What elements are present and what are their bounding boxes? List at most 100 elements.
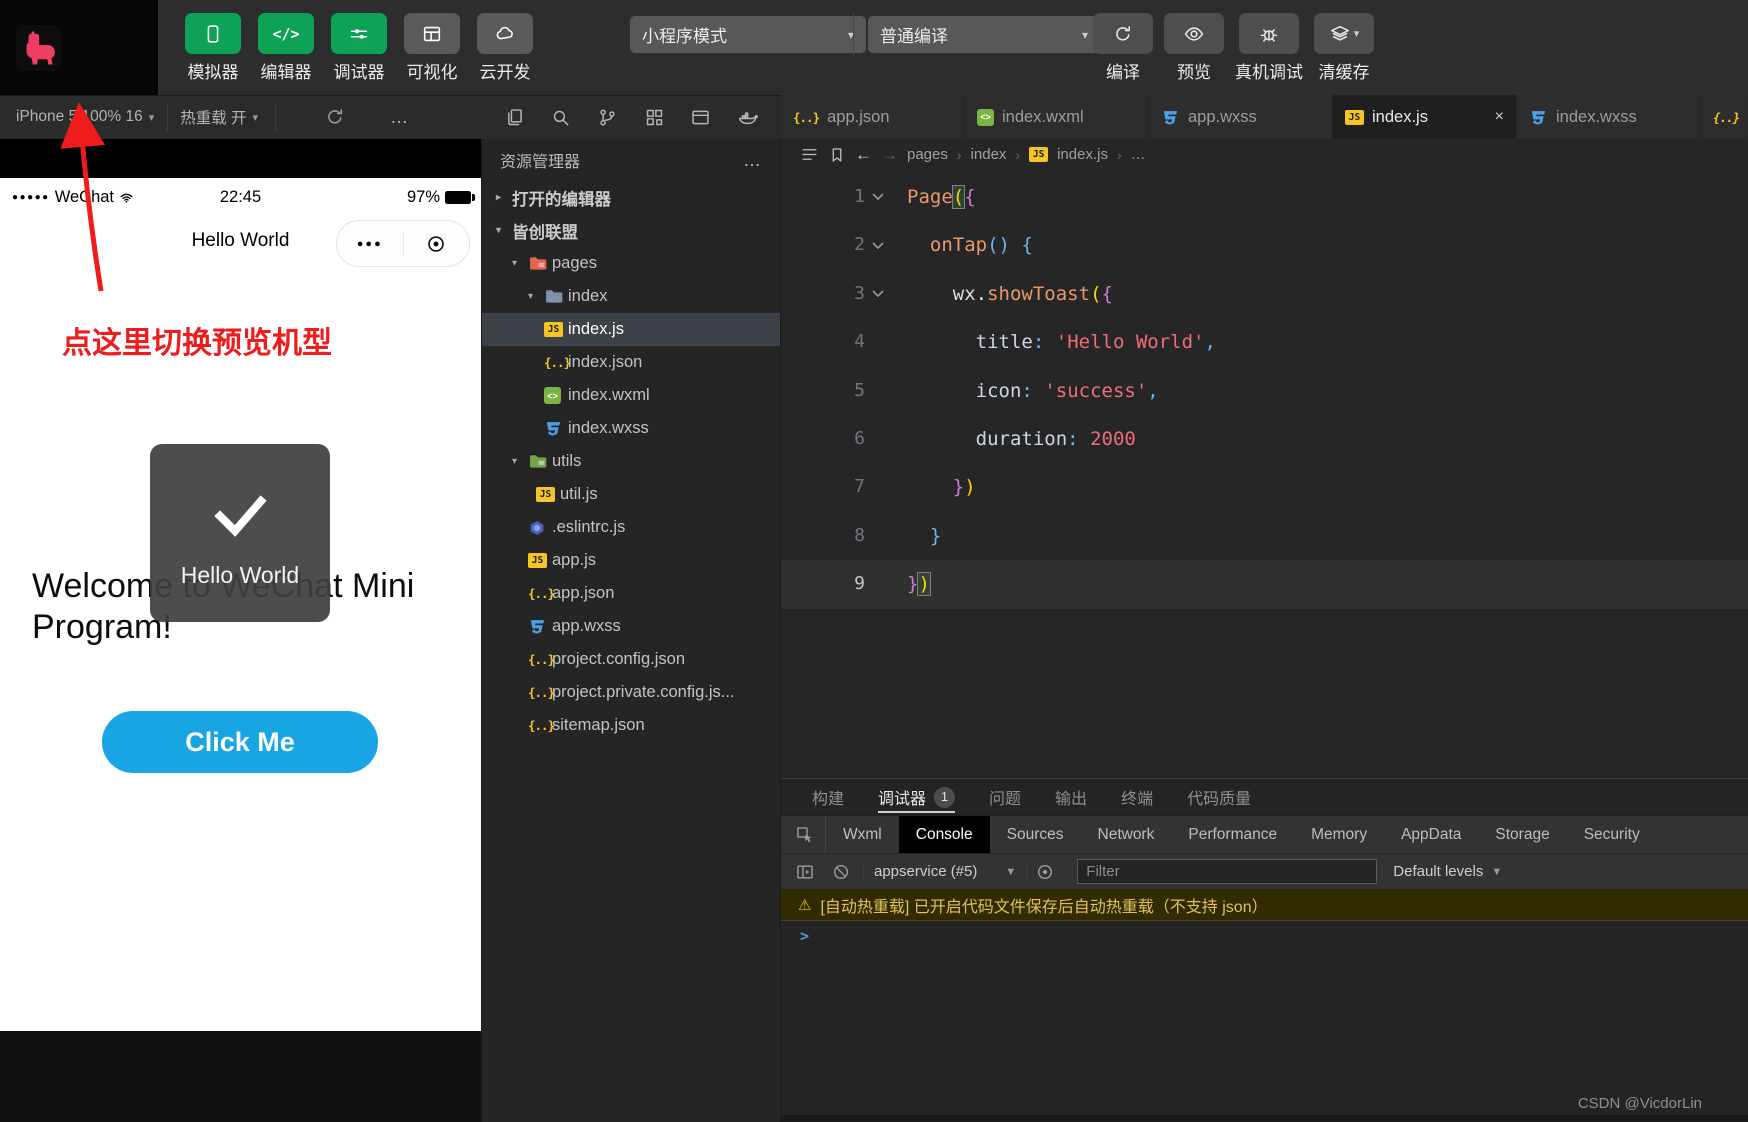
console-prompt[interactable]: > bbox=[781, 921, 1748, 951]
tree-item-project.private.config.js...[interactable]: {..} project.private.config.js... bbox=[482, 676, 780, 709]
code-line-8[interactable]: 8 } bbox=[781, 512, 1748, 560]
more-menu-icon[interactable]: … bbox=[390, 107, 409, 128]
console-filter-input[interactable] bbox=[1077, 859, 1378, 884]
devtools-tab-storage[interactable]: Storage bbox=[1478, 816, 1566, 853]
editor-tab-index.js[interactable]: JS index.js × bbox=[1333, 95, 1517, 139]
devtools-tab-sources[interactable]: Sources bbox=[990, 816, 1081, 853]
app-logo-block bbox=[0, 0, 158, 95]
device-selector[interactable]: iPhone 5 100% 16 bbox=[16, 108, 143, 126]
tree-item-皆创联盟[interactable]: ▾ 皆创联盟 bbox=[482, 214, 780, 247]
hot-reload-toggle[interactable]: 热重载 开 bbox=[180, 106, 246, 128]
tree-item-app.js[interactable]: JS app.js bbox=[482, 544, 780, 577]
action-button-refresh[interactable]: 编译 bbox=[1093, 13, 1153, 83]
nav-button-code[interactable]: </> 编辑器 bbox=[257, 13, 315, 83]
devtools-tab-performance[interactable]: Performance bbox=[1171, 816, 1294, 853]
breadcrumb-separator: › bbox=[956, 146, 962, 163]
window-icon[interactable] bbox=[690, 107, 711, 128]
panel-tab-输出[interactable]: 输出 bbox=[1055, 779, 1087, 815]
devtools-tab-console[interactable]: Console bbox=[898, 816, 990, 853]
watermark: CSDN @VicdorLin bbox=[1577, 1095, 1702, 1112]
back-icon[interactable]: ← bbox=[855, 145, 872, 165]
tree-item-index.wxss[interactable]: index.wxss bbox=[482, 412, 780, 445]
breadcrumb-item[interactable]: index bbox=[971, 146, 1007, 163]
tree-item-pages[interactable]: ▾ pages bbox=[482, 247, 780, 280]
tree-item-index.js[interactable]: JS index.js bbox=[482, 313, 780, 346]
tree-item-utils[interactable]: ▾ utils bbox=[482, 445, 780, 478]
panel-tab-构建[interactable]: 构建 bbox=[812, 779, 844, 815]
action-button-layers[interactable]: ▾ 清缓存 bbox=[1314, 13, 1374, 83]
explorer-more-icon[interactable]: … bbox=[743, 150, 762, 171]
nav-button-cloud[interactable]: 云开发 bbox=[476, 13, 534, 83]
devtools-tab-security[interactable]: Security bbox=[1567, 816, 1657, 853]
breadcrumb-more[interactable]: … bbox=[1131, 146, 1146, 163]
tree-item-sitemap.json[interactable]: {..} sitemap.json bbox=[482, 709, 780, 742]
more-dots-icon[interactable]: ●●● bbox=[337, 238, 403, 250]
context-select[interactable]: appservice (#5) ▼ bbox=[874, 863, 1016, 880]
battery-icon bbox=[445, 190, 475, 204]
code-line-7[interactable]: 7 }) bbox=[781, 463, 1748, 511]
tree-item-util.js[interactable]: JS util.js bbox=[482, 478, 780, 511]
inspect-element-icon[interactable] bbox=[795, 825, 815, 845]
click-me-button[interactable]: Click Me bbox=[102, 711, 378, 773]
code-line-3[interactable]: 3 wx.showToast({ bbox=[781, 270, 1748, 318]
tree-item-.eslintrc.js[interactable]: .eslintrc.js bbox=[482, 511, 780, 544]
action-button-bug[interactable]: 真机调试 bbox=[1235, 13, 1303, 83]
tree-item-app.json[interactable]: {..} app.json bbox=[482, 577, 780, 610]
git-icon[interactable] bbox=[597, 107, 618, 128]
editor-tab-in[interactable]: {..} in bbox=[1701, 95, 1746, 139]
toast-popup: Hello World bbox=[150, 444, 330, 622]
code-line-9[interactable]: 9 }) bbox=[781, 560, 1748, 609]
devtools-tab-wxml[interactable]: Wxml bbox=[826, 816, 899, 853]
eye-icon bbox=[1164, 13, 1224, 54]
files-icon[interactable] bbox=[504, 107, 525, 128]
editor-tab-index.wxss[interactable]: index.wxss bbox=[1517, 95, 1701, 139]
panel-tab-调试器[interactable]: 调试器 1 bbox=[878, 779, 956, 815]
nav-button-layout[interactable]: 可视化 bbox=[403, 13, 461, 83]
close-icon[interactable]: × bbox=[1495, 108, 1504, 126]
nav-button-tune[interactable]: 调试器 bbox=[330, 13, 388, 83]
log-levels-select[interactable]: Default levels ▼ bbox=[1393, 863, 1502, 880]
code-area[interactable]: 1 Page({2 onTap() {3 wx.showToast({4 tit… bbox=[781, 173, 1748, 609]
outline-icon[interactable] bbox=[800, 145, 819, 164]
panel-tab-问题[interactable]: 问题 bbox=[989, 779, 1021, 815]
breadcrumb-item[interactable]: index.js bbox=[1057, 146, 1108, 163]
tree-item-index.json[interactable]: {..} index.json bbox=[482, 346, 780, 379]
code-line-5[interactable]: 5 icon: 'success', bbox=[781, 367, 1748, 415]
docker-icon[interactable] bbox=[737, 107, 759, 128]
panel-tab-代码质量[interactable]: 代码质量 bbox=[1187, 779, 1251, 815]
toggle-drawer-icon[interactable] bbox=[795, 862, 815, 882]
fold-icon[interactable] bbox=[865, 270, 891, 318]
tree-item-打开的编辑器[interactable]: ▸ 打开的编辑器 bbox=[482, 181, 780, 214]
chevron-down-icon: ▾ bbox=[496, 225, 502, 236]
mode-select[interactable]: 小程序模式 ▾ bbox=[630, 16, 866, 53]
nav-button-phone[interactable]: 模拟器 bbox=[184, 13, 242, 83]
devtools-tab-network[interactable]: Network bbox=[1081, 816, 1172, 853]
editor-tab-index.wxml[interactable]: <> index.wxml bbox=[965, 95, 1149, 139]
breadcrumb-item[interactable]: pages bbox=[907, 146, 948, 163]
devtools-tab-memory[interactable]: Memory bbox=[1294, 816, 1384, 853]
action-button-eye[interactable]: 预览 bbox=[1164, 13, 1224, 83]
editor-tab-app.wxss[interactable]: app.wxss bbox=[1149, 95, 1333, 139]
tree-item-index[interactable]: ▾ index bbox=[482, 280, 780, 313]
devtools-tab-appdata[interactable]: AppData bbox=[1384, 816, 1478, 853]
close-target-icon[interactable] bbox=[404, 233, 470, 255]
tree-item-project.config.json[interactable]: {..} project.config.json bbox=[482, 643, 780, 676]
clear-console-icon[interactable] bbox=[831, 862, 851, 882]
code-line-4[interactable]: 4 title: 'Hello World', bbox=[781, 318, 1748, 366]
tree-item-index.wxml[interactable]: <> index.wxml bbox=[482, 379, 780, 412]
refresh-icon[interactable] bbox=[324, 106, 346, 128]
compile-mode-select[interactable]: 普通编译 ▾ bbox=[868, 16, 1100, 53]
eye-watch-icon[interactable] bbox=[1035, 862, 1055, 882]
blocks-icon[interactable] bbox=[644, 107, 665, 128]
fold-icon[interactable] bbox=[865, 173, 891, 221]
code-line-1[interactable]: 1 Page({ bbox=[781, 173, 1748, 221]
code-line-6[interactable]: 6 duration: 2000 bbox=[781, 415, 1748, 463]
panel-tab-终端[interactable]: 终端 bbox=[1121, 779, 1153, 815]
bookmark-icon[interactable] bbox=[828, 146, 846, 164]
code-line-2[interactable]: 2 onTap() { bbox=[781, 221, 1748, 269]
capsule-menu[interactable]: ●●● bbox=[336, 220, 470, 267]
fold-icon[interactable] bbox=[865, 221, 891, 269]
editor-tab-app.json[interactable]: {..} app.json bbox=[781, 95, 965, 139]
search-icon[interactable] bbox=[550, 107, 571, 128]
tree-item-app.wxss[interactable]: app.wxss bbox=[482, 610, 780, 643]
